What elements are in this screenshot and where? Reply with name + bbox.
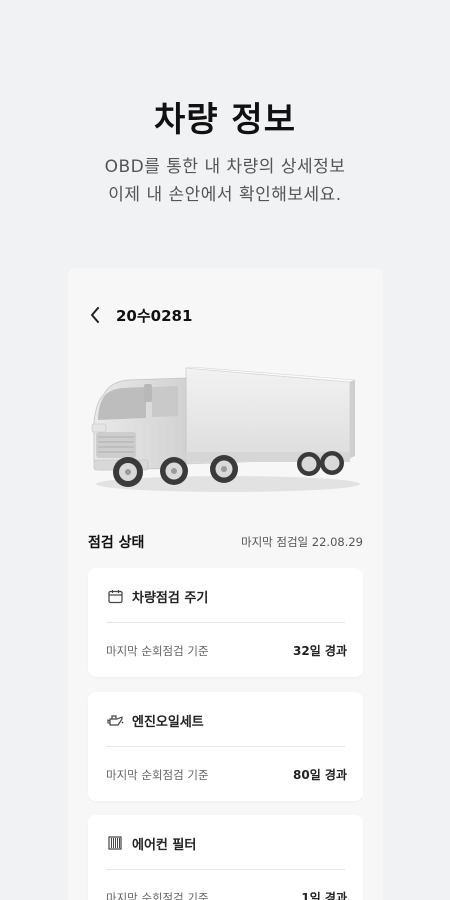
inspection-status-title: 점검 상태 <box>88 535 145 551</box>
hero-subtitle-line-2: 이제 내 손안에서 확인해보세요. <box>108 185 342 205</box>
inspection-item-elapsed-value: 32일 경과 <box>293 644 347 658</box>
divider <box>106 869 345 870</box>
oil-can-icon <box>106 711 124 729</box>
inspection-item-header: 에어컨 필터 <box>106 833 196 853</box>
hero-subtitle: OBD를 통한 내 차량의 상세정보 이제 내 손안에서 확인해보세요. <box>0 153 450 209</box>
inspection-item-header: 차량점검 주기 <box>106 586 208 606</box>
inspection-item-card[interactable]: 엔진오일세트 마지막 순회점검 기준 80일 경과 <box>88 692 363 801</box>
inspection-item-header: 엔진오일세트 <box>106 710 204 730</box>
inspection-item-card[interactable]: 차량점검 주기 마지막 순회점검 기준 32일 경과 <box>88 568 363 677</box>
inspection-item-basis-label: 마지막 순회점검 기준 <box>106 643 209 658</box>
inspection-item-name: 엔진오일세트 <box>132 714 204 730</box>
back-button[interactable] <box>86 304 104 326</box>
inspection-item-elapsed-value: 1일 경과 <box>301 891 347 900</box>
inspection-item-footer: 마지막 순회점검 기준 80일 경과 <box>106 766 347 783</box>
chevron-left-icon <box>91 307 99 323</box>
inspection-item-name: 차량점검 주기 <box>132 590 209 606</box>
inspection-item-card[interactable]: 에어컨 필터 마지막 순회점검 기준 1일 경과 <box>88 815 363 900</box>
divider <box>106 622 345 623</box>
inspection-item-elapsed-value: 80일 경과 <box>293 768 347 782</box>
inspection-item-basis-label: 마지막 순회점검 기준 <box>106 767 209 782</box>
inspection-item-footer: 마지막 순회점검 기준 32일 경과 <box>106 642 347 659</box>
vehicle-plate-number: 20수0281 <box>116 306 193 325</box>
last-inspection-date: 마지막 점검일 22.08.29 <box>240 535 363 549</box>
inspection-item-name: 에어컨 필터 <box>132 837 197 853</box>
inspection-status-header: 점검 상태 마지막 점검일 22.08.29 <box>88 532 363 552</box>
hero-title: 차량 정보 <box>154 100 296 140</box>
divider <box>106 746 345 747</box>
filter-icon <box>106 834 124 852</box>
inspection-item-footer: 마지막 순회점검 기준 1일 경과 <box>106 889 347 900</box>
truck-image <box>91 366 360 492</box>
calendar-icon <box>106 587 124 605</box>
vehicle-header: 20수0281 <box>86 304 192 326</box>
inspection-item-basis-label: 마지막 순회점검 기준 <box>106 890 209 900</box>
hero-subtitle-line-1: OBD를 통한 내 차량의 상세정보 <box>104 157 346 177</box>
phone-screen-card: 20수0281 점검 상태 마지막 점검일 22.08.29 차량점검 주기 마… <box>68 268 383 900</box>
